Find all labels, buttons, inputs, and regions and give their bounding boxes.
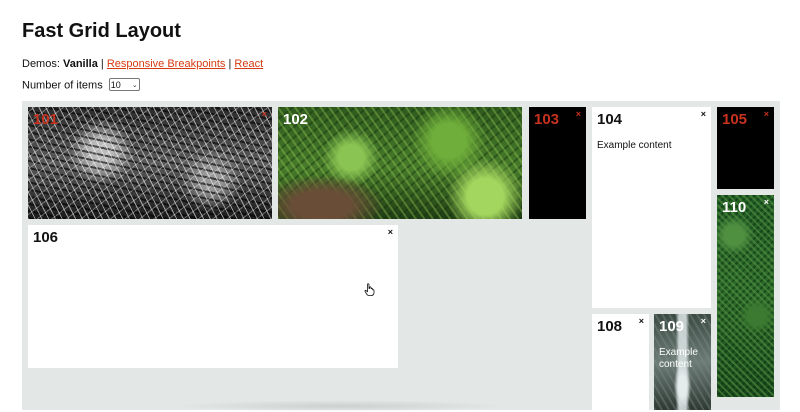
items-select-value: 10 xyxy=(110,79,121,90)
pointer-hand-icon xyxy=(364,283,375,296)
close-icon[interactable]: × xyxy=(701,109,706,119)
grid-item-102[interactable]: 102 xyxy=(278,107,522,219)
demos-separator: | xyxy=(228,58,232,70)
grid-item-106[interactable]: 106 × xyxy=(28,225,398,368)
grid-item-105[interactable]: 105 × xyxy=(717,107,774,189)
item-number: 104 xyxy=(597,111,623,128)
close-icon[interactable]: × xyxy=(262,109,267,119)
item-number: 105 xyxy=(722,111,748,128)
close-icon[interactable]: × xyxy=(701,316,706,326)
demo-link-responsive-breakpoints[interactable]: Responsive Breakpoints xyxy=(107,58,226,70)
item-content: Example content xyxy=(659,347,698,370)
items-select[interactable]: 10 ⌄ xyxy=(108,78,140,91)
page-title: Fast Grid Layout xyxy=(22,20,181,42)
close-icon[interactable]: × xyxy=(764,197,769,207)
close-icon[interactable]: × xyxy=(639,316,644,326)
item-content: Example content xyxy=(597,140,672,151)
close-icon[interactable]: × xyxy=(388,227,393,237)
grid-item-104[interactable]: 104 × Example content xyxy=(592,107,711,308)
item-number: 102 xyxy=(283,111,309,128)
item-number: 103 xyxy=(534,111,560,128)
close-icon[interactable]: × xyxy=(764,109,769,119)
item-number: 108 xyxy=(597,318,623,335)
demo-link-react[interactable]: React xyxy=(234,58,263,70)
demos-nav: Demos: Vanilla | Responsive Breakpoints … xyxy=(22,58,263,70)
demos-label: Demos: xyxy=(22,58,60,70)
item-number: 101 xyxy=(33,111,59,128)
item-number: 110 xyxy=(722,199,747,216)
grid-item-109[interactable]: 109 × Example content xyxy=(654,314,711,410)
grid-item-110[interactable]: 110 × xyxy=(717,195,774,397)
items-control: Number of items 10 ⌄ xyxy=(22,78,140,92)
close-icon[interactable]: × xyxy=(576,109,581,119)
demos-separator: | xyxy=(100,58,104,70)
grid-item-108[interactable]: 108 × xyxy=(592,314,649,410)
grid-item-101[interactable]: 101 × xyxy=(28,107,272,219)
item-number: 109 xyxy=(659,318,685,335)
bottom-shadow xyxy=(170,400,510,412)
demo-current: Vanilla xyxy=(62,58,98,70)
grid-item-103[interactable]: 103 × xyxy=(529,107,586,219)
items-label: Number of items xyxy=(22,79,103,92)
grid-container: 101 × 102 103 × 104 × Example content 10… xyxy=(22,101,780,410)
chevron-down-icon: ⌄ xyxy=(131,81,138,89)
item-number: 106 xyxy=(33,229,59,246)
